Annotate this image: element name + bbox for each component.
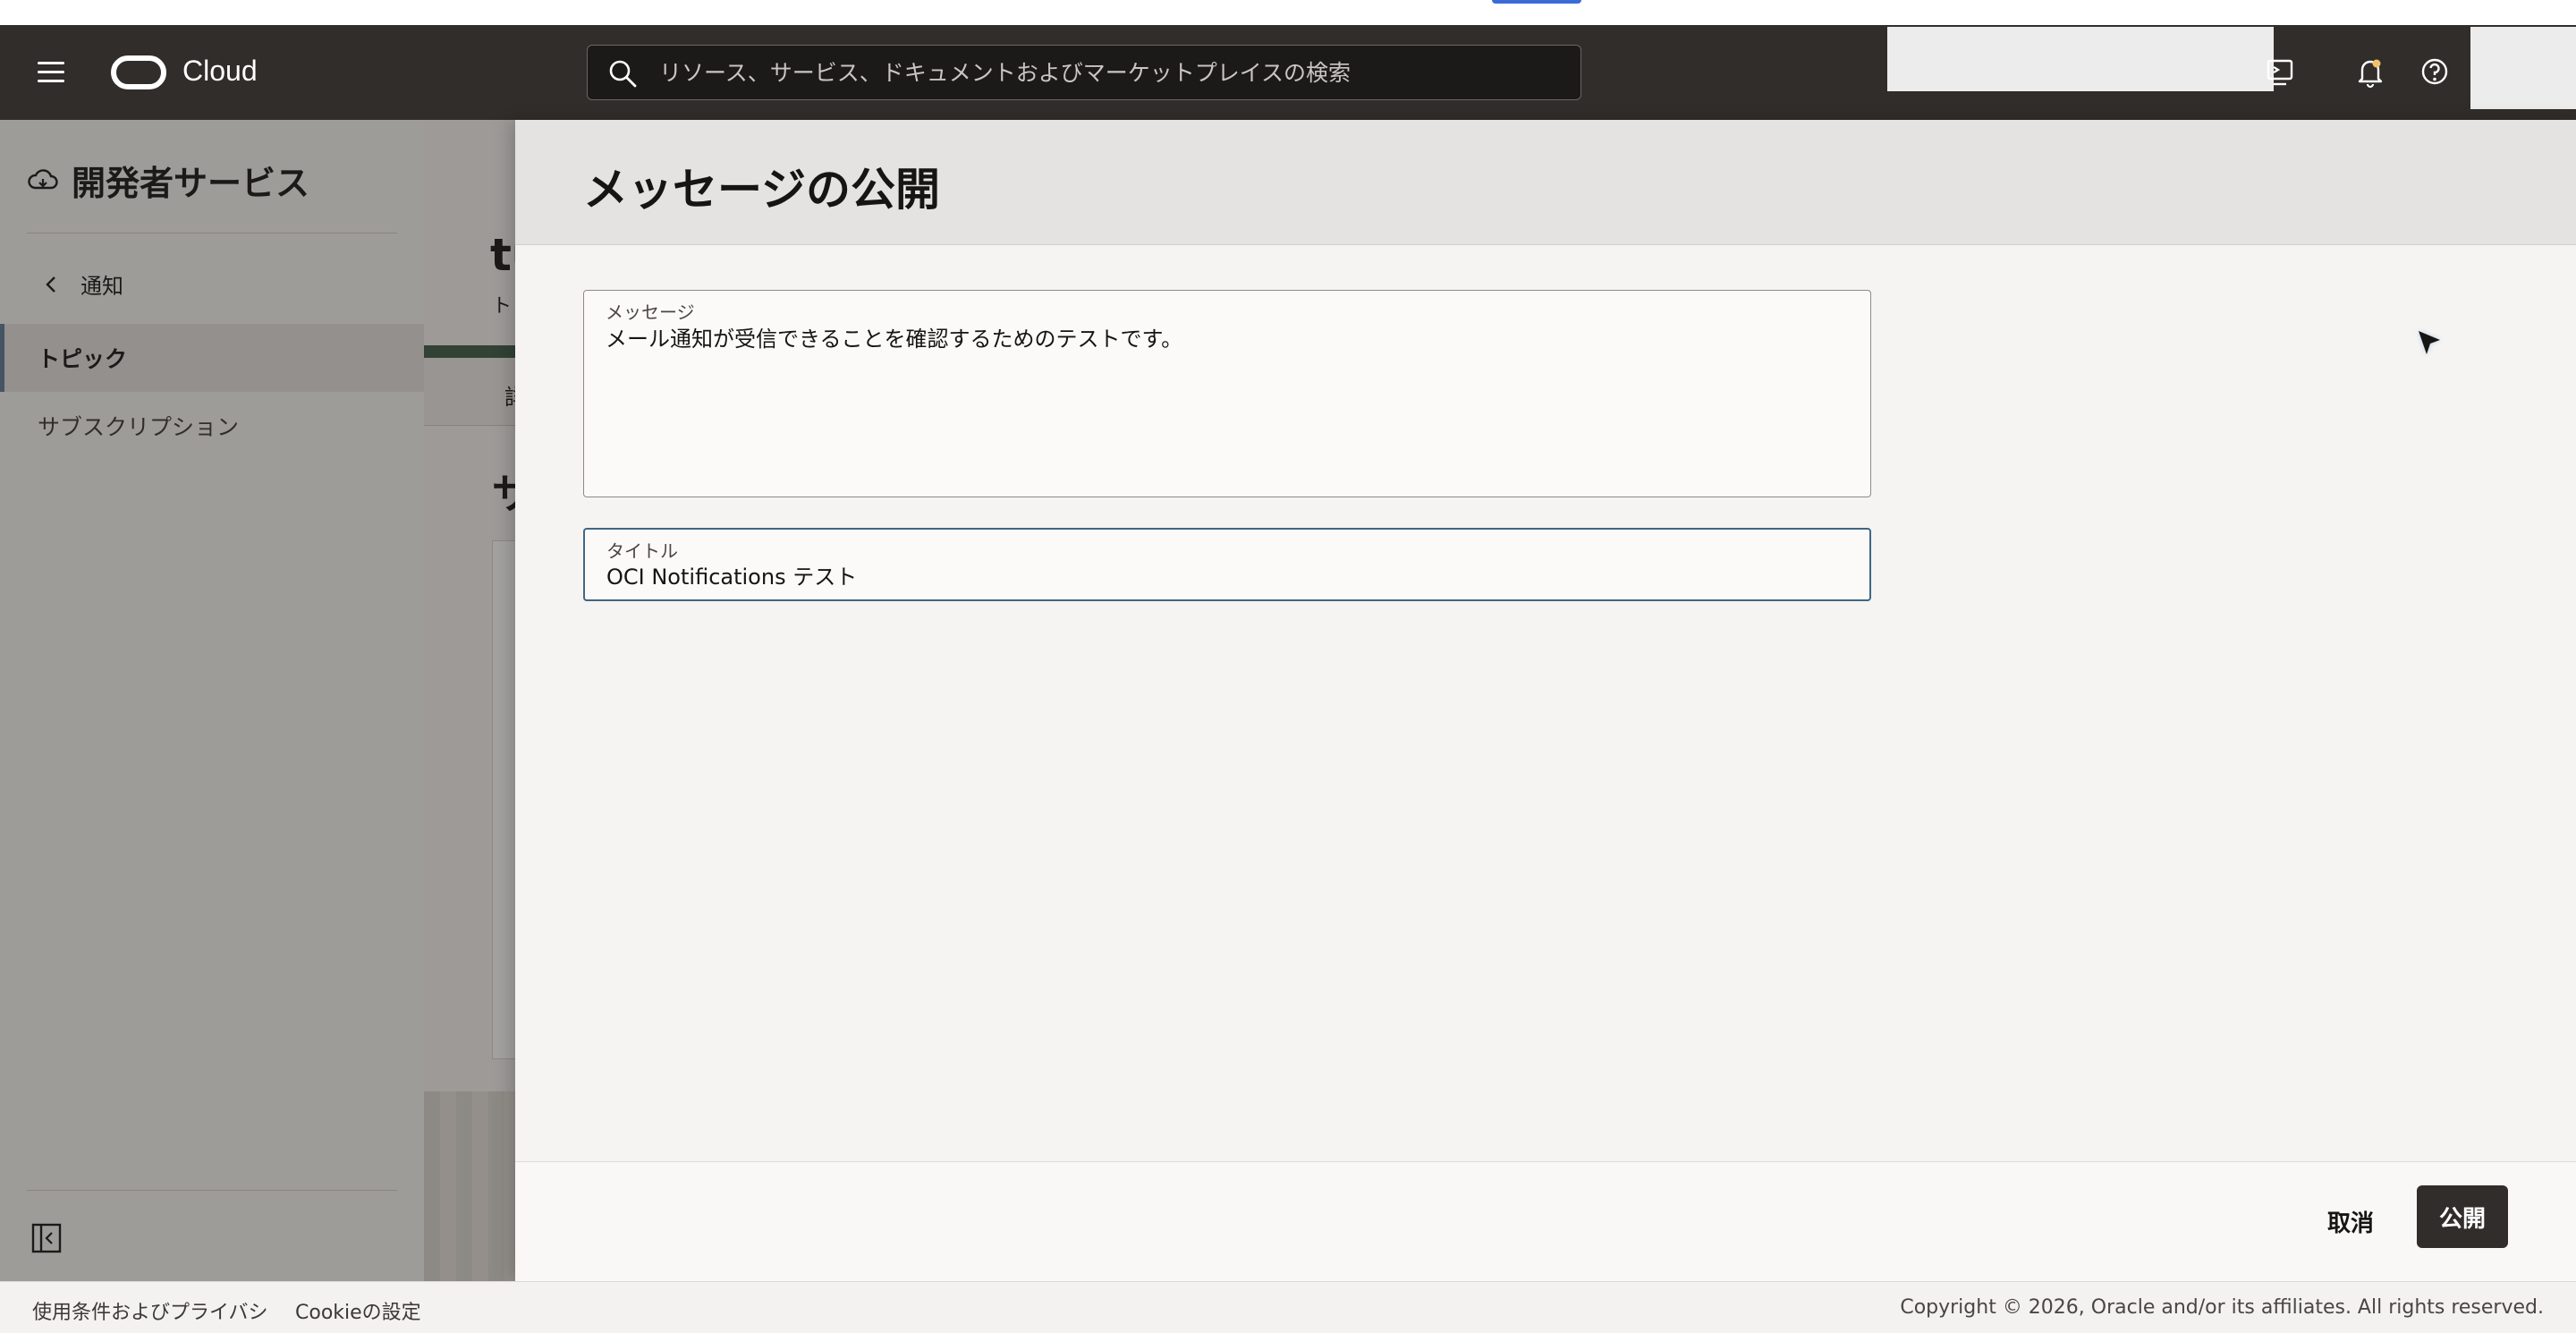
modal-overlay[interactable]: [0, 120, 515, 1281]
title-input[interactable]: [606, 556, 1850, 592]
browser-top-strip: [0, 0, 2576, 25]
search-input[interactable]: [659, 46, 1563, 99]
search-box[interactable]: [587, 45, 1581, 100]
page-footer: 使用条件およびプライバシ Cookieの設定 Copyright © 2026,…: [0, 1281, 2576, 1333]
message-label: メッセージ: [606, 301, 695, 323]
oracle-logo-icon[interactable]: [111, 55, 166, 89]
cookie-settings-link[interactable]: Cookieの設定: [295, 1296, 421, 1325]
search-icon: [609, 60, 637, 88]
mouse-pointer-icon: [2419, 331, 2440, 354]
help-icon[interactable]: [2417, 54, 2453, 89]
publish-message-drawer: メッセージの公開 メッセージ メール通知が受信できることを確認するためのテストで…: [515, 120, 2576, 1281]
drawer-footer: 取消 公開: [515, 1161, 2576, 1281]
cloud-shell-icon[interactable]: [2263, 54, 2299, 89]
console-header: Cloud: [0, 25, 2576, 120]
menu-icon[interactable]: [34, 59, 70, 86]
brand-name: Cloud: [182, 55, 258, 87]
publish-button[interactable]: 公開: [2417, 1185, 2508, 1248]
notification-bell-icon[interactable]: [2352, 54, 2388, 89]
user-avatar[interactable]: [2470, 27, 2576, 109]
drawer-title: メッセージの公開: [583, 164, 940, 216]
region-selector[interactable]: [1887, 27, 2274, 91]
terms-privacy-link[interactable]: 使用条件およびプライバシ: [32, 1296, 268, 1325]
cancel-button[interactable]: 取消: [2301, 1191, 2401, 1252]
message-field[interactable]: メッセージ メール通知が受信できることを確認するためのテストです。: [583, 290, 1871, 497]
drawer-header: メッセージの公開: [515, 120, 2576, 245]
copyright-text: Copyright © 2026, Oracle and/or its affi…: [1900, 1296, 2544, 1319]
tab-indicator: [1492, 0, 1581, 4]
message-textarea[interactable]: メール通知が受信できることを確認するためのテストです。: [606, 321, 1849, 488]
title-field[interactable]: タイトル: [583, 528, 1871, 601]
